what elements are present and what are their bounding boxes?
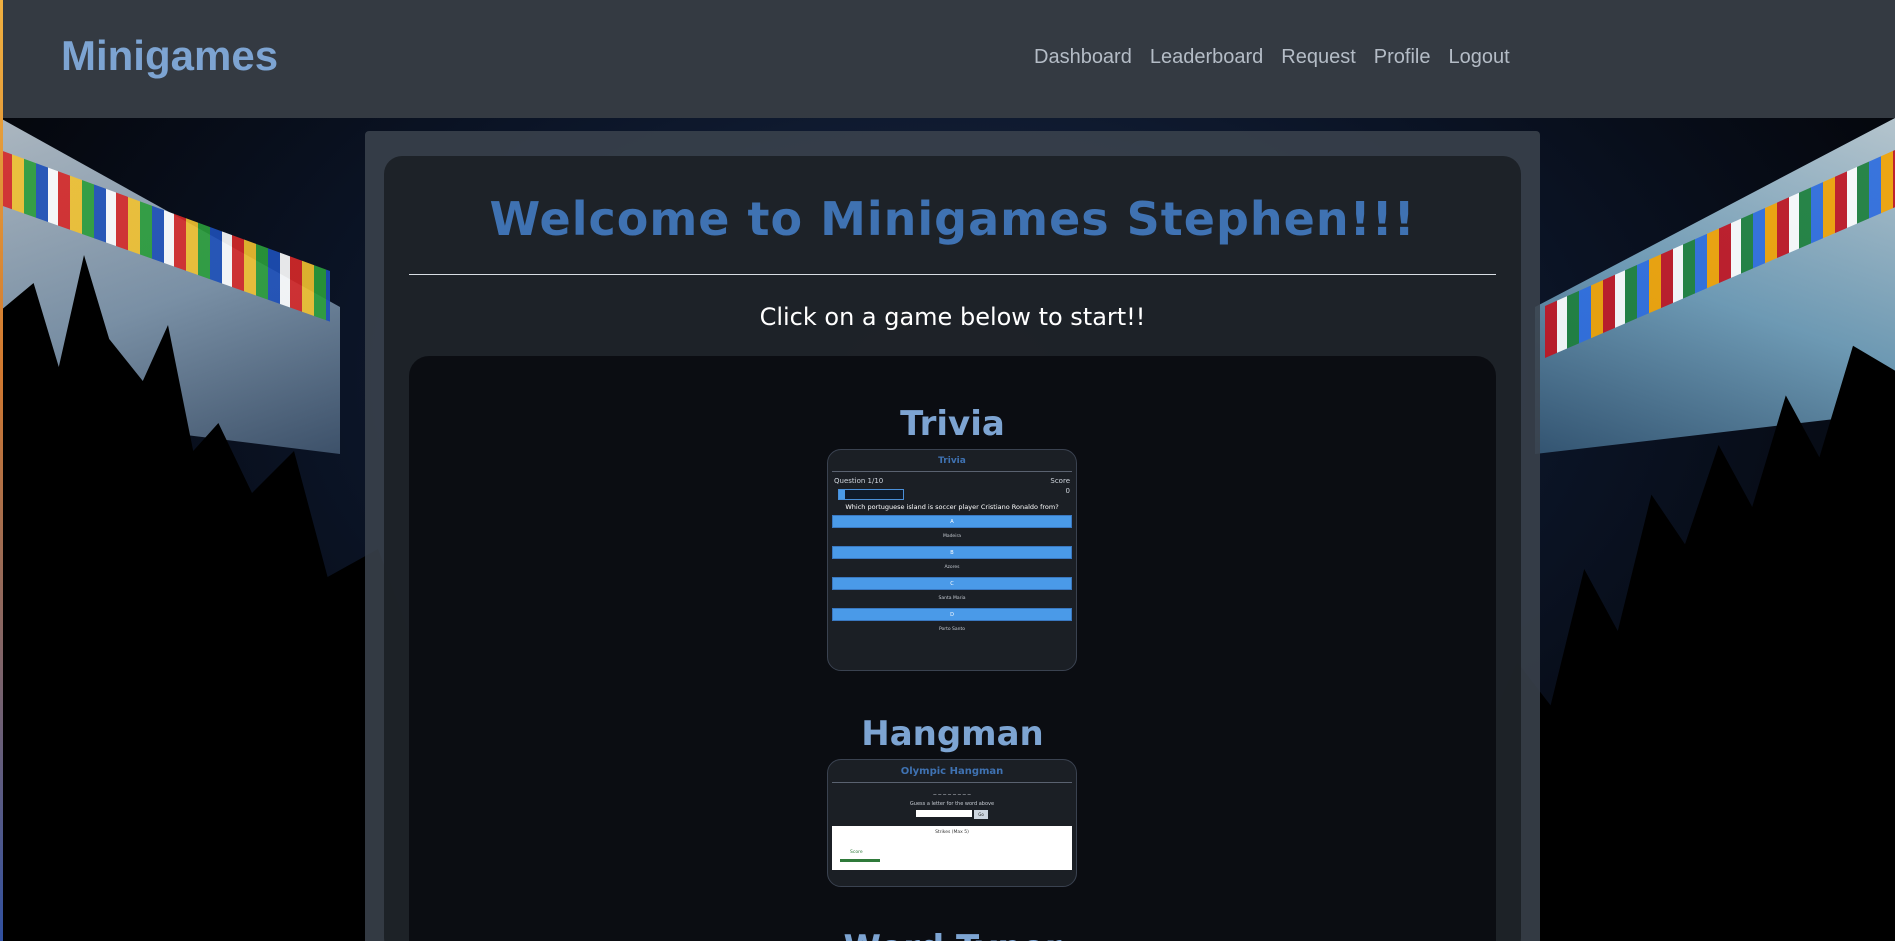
trivia-progress-fill	[839, 490, 846, 499]
welcome-card: Welcome to Minigames Stephen!!! Click on…	[384, 156, 1521, 941]
trivia-option-b-button: B	[832, 546, 1072, 559]
hangman-word-blanks: _ _ _ _ _ _ _ _	[933, 788, 971, 795]
hangman-score-label: Score	[850, 850, 863, 855]
hangman-input-row: Go	[828, 810, 1076, 819]
nav-leaderboard[interactable]: Leaderboard	[1150, 46, 1263, 69]
game-title-word-typer[interactable]: Word Typer	[409, 928, 1496, 941]
game-thumbnail-hangman[interactable]: Olympic Hangman _ _ _ _ _ _ _ _ Guess a …	[827, 759, 1077, 887]
main-nav: Dashboard Leaderboard Request Profile Lo…	[1034, 46, 1528, 69]
top-navbar: Minigames Dashboard Leaderboard Request …	[3, 0, 1895, 118]
trivia-preview-status-row: Question 1/10 Score	[828, 477, 1076, 485]
title-divider	[409, 274, 1496, 275]
trivia-preview-divider	[832, 471, 1072, 472]
hangman-preview-divider	[832, 782, 1072, 783]
nav-request[interactable]: Request	[1281, 46, 1356, 69]
brand-logo[interactable]: Minigames	[61, 32, 278, 80]
games-list: Trivia Trivia Question 1/10 Score 0 Whic…	[409, 356, 1496, 941]
hangman-letter-input	[916, 810, 972, 817]
window-edge-strip	[0, 0, 3, 941]
trivia-question-counter: Question 1/10	[834, 477, 884, 485]
nav-dashboard[interactable]: Dashboard	[1034, 46, 1132, 69]
trivia-option-d-answer: Porto Santo	[938, 627, 966, 632]
trivia-question: Which portuguese island is soccer player…	[845, 503, 1059, 511]
hangman-strikes: Strikes (Max 5)	[935, 830, 969, 835]
trivia-option-d-button: D	[832, 608, 1072, 621]
trivia-option-b-answer: Azores	[944, 565, 960, 570]
hangman-guess-prompt: Guess a letter for the word above	[909, 801, 995, 807]
game-thumbnail-trivia[interactable]: Trivia Question 1/10 Score 0 Which portu…	[827, 449, 1077, 671]
page-subtitle: Click on a game below to start!!	[759, 303, 1146, 331]
trivia-option-a-answer: Madeira	[942, 534, 962, 539]
content-container: Welcome to Minigames Stephen!!! Click on…	[365, 131, 1540, 941]
hangman-preview-header: Olympic Hangman	[900, 766, 1004, 777]
trivia-score-value: 0	[1065, 487, 1070, 495]
hangman-status-box: Strikes (Max 5) Score	[832, 826, 1072, 870]
trivia-option-a-button: A	[832, 515, 1072, 528]
trivia-option-c-answer: Santa Maria	[938, 596, 966, 601]
trivia-score-label: Score	[1050, 477, 1070, 485]
hangman-score-bar	[840, 859, 880, 862]
hangman-submit-button: Go	[974, 810, 988, 819]
game-title-trivia[interactable]: Trivia	[409, 404, 1496, 444]
page-title: Welcome to Minigames Stephen!!!	[489, 192, 1416, 246]
nav-logout[interactable]: Logout	[1448, 46, 1509, 69]
trivia-progress-row: 0	[828, 485, 1076, 500]
trivia-progress-bar	[838, 489, 904, 500]
trivia-preview-header: Trivia	[938, 456, 966, 466]
trivia-option-c-button: C	[832, 577, 1072, 590]
nav-profile[interactable]: Profile	[1374, 46, 1431, 69]
game-title-hangman[interactable]: Hangman	[409, 714, 1496, 754]
